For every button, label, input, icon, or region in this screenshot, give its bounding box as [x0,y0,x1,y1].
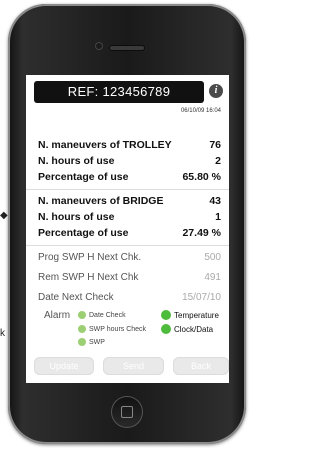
date-check-indicator: Date Check [78,311,126,319]
trolley-maneuvers-row: N. maneuvers of TROLLEY 76 [38,138,221,151]
swp-label: SWP [89,338,105,346]
rem-swp-row: Rem SWP H Next Chk 491 [38,271,221,284]
clock-data-indicator: Clock/Data [161,324,213,334]
indicator-dot-icon [78,325,86,333]
temperature-indicator: Temperature [161,310,219,320]
section-divider [26,189,229,190]
trolley-hours-row: N. hours of use 2 [38,154,221,167]
prog-swp-row: Prog SWP H Next Chk. 500 [38,251,221,264]
edge-arrow-mark: ◆ [0,210,8,221]
back-button[interactable]: Back [173,357,229,375]
rem-swp-value: 491 [204,272,221,283]
bridge-hours-value: 1 [215,210,221,223]
indicator-dot-icon [78,311,86,319]
bridge-maneuvers-label: N. maneuvers of BRIDGE [38,194,164,207]
app-screen: REF: 123456789 i 06/10/09 16:04 N. maneu… [26,75,229,383]
timestamp: 06/10/09 16:04 [180,108,221,114]
trolley-percent-row: Percentage of use 65.80 % [38,170,221,183]
trolley-hours-value: 2 [215,154,221,167]
home-button[interactable] [111,396,143,428]
trolley-percent-label: Percentage of use [38,170,129,183]
trolley-maneuvers-value: 76 [209,138,221,151]
date-next-label: Date Next Check [38,292,114,303]
temperature-label: Temperature [174,310,219,320]
swp-indicator: SWP [78,338,105,346]
info-icon[interactable]: i [209,84,223,98]
bridge-hours-row: N. hours of use 1 [38,210,221,223]
swp-hours-check-indicator: SWP hours Check [78,325,146,333]
date-next-value: 15/07/10 [182,292,221,303]
edge-k-mark: k [0,328,5,339]
trolley-percent-value: 65.80 % [182,170,221,183]
trolley-maneuvers-label: N. maneuvers of TROLLEY [38,138,172,151]
clock-data-label: Clock/Data [174,324,214,334]
alarm-label: Alarm [44,310,71,321]
reference-bar: REF: 123456789 [34,81,204,103]
bridge-percent-value: 27.49 % [182,226,221,239]
indicator-dot-icon [78,338,86,346]
speaker-grille [110,46,144,50]
prog-swp-label: Prog SWP H Next Chk. [38,252,142,263]
rem-swp-label: Rem SWP H Next Chk [38,272,139,283]
swp-hours-check-label: SWP hours Check [89,325,147,333]
trolley-hours-label: N. hours of use [38,154,115,167]
bridge-hours-label: N. hours of use [38,210,115,223]
bridge-maneuvers-value: 43 [209,194,221,207]
update-button[interactable]: Update [34,357,94,375]
section-divider [26,245,229,246]
home-square-icon [121,406,133,418]
camera-icon [95,42,103,50]
date-check-label: Date Check [89,311,126,319]
indicator-dot-icon [161,324,171,334]
bridge-percent-label: Percentage of use [38,226,129,239]
bridge-percent-row: Percentage of use 27.49 % [38,226,221,239]
bridge-maneuvers-row: N. maneuvers of BRIDGE 43 [38,194,221,207]
send-button[interactable]: Send [103,357,164,375]
date-next-row: Date Next Check 15/07/10 [38,291,221,304]
phone-frame: REF: 123456789 i 06/10/09 16:04 N. maneu… [8,4,246,444]
indicator-dot-icon [161,310,171,320]
prog-swp-value: 500 [204,252,221,263]
